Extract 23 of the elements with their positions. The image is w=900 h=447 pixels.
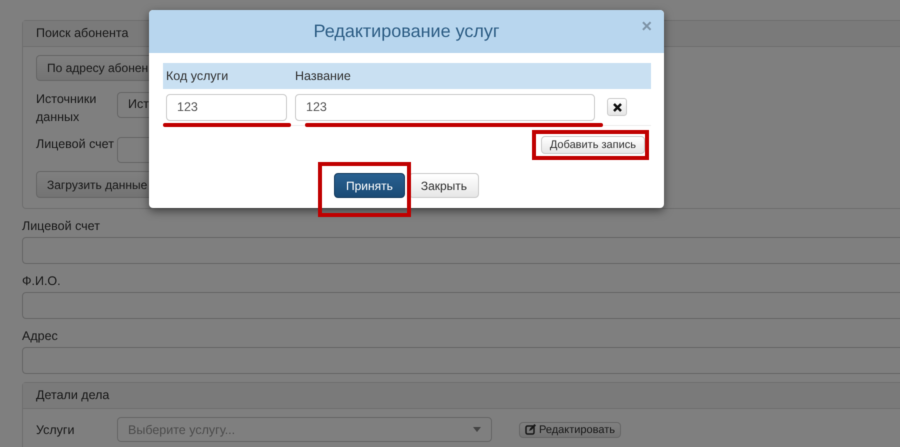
name-input[interactable]: 123 bbox=[295, 94, 595, 120]
edit-icon bbox=[525, 424, 536, 435]
remove-icon bbox=[612, 102, 622, 112]
column-header: Название bbox=[294, 69, 352, 83]
field-label: Услуги bbox=[36, 422, 76, 438]
field-label: Источники данных bbox=[36, 91, 98, 126]
column-header: Код услуги bbox=[165, 69, 230, 83]
input-field[interactable] bbox=[22, 292, 900, 319]
accept-button[interactable]: Принять bbox=[334, 173, 405, 198]
field-label: Лицевой счет bbox=[22, 218, 101, 235]
add-record-button[interactable]: Добавить запись bbox=[540, 136, 645, 154]
panel-title: Детали дела bbox=[23, 383, 900, 409]
close-dialog-button[interactable]: Закрыть bbox=[408, 173, 480, 198]
caret-icon bbox=[473, 427, 481, 432]
field-label: Ф.И.О. bbox=[22, 273, 62, 290]
code-input[interactable]: 123 bbox=[166, 94, 287, 120]
edit-button[interactable]: Редактировать bbox=[519, 422, 621, 438]
input-field[interactable] bbox=[22, 237, 900, 264]
dialog-title: Редактирование услуг bbox=[314, 21, 500, 42]
input-field[interactable] bbox=[22, 347, 900, 374]
remove-button[interactable] bbox=[607, 98, 627, 116]
field-label: Лицевой счет bbox=[36, 136, 115, 153]
field-label: Адрес bbox=[22, 328, 59, 345]
